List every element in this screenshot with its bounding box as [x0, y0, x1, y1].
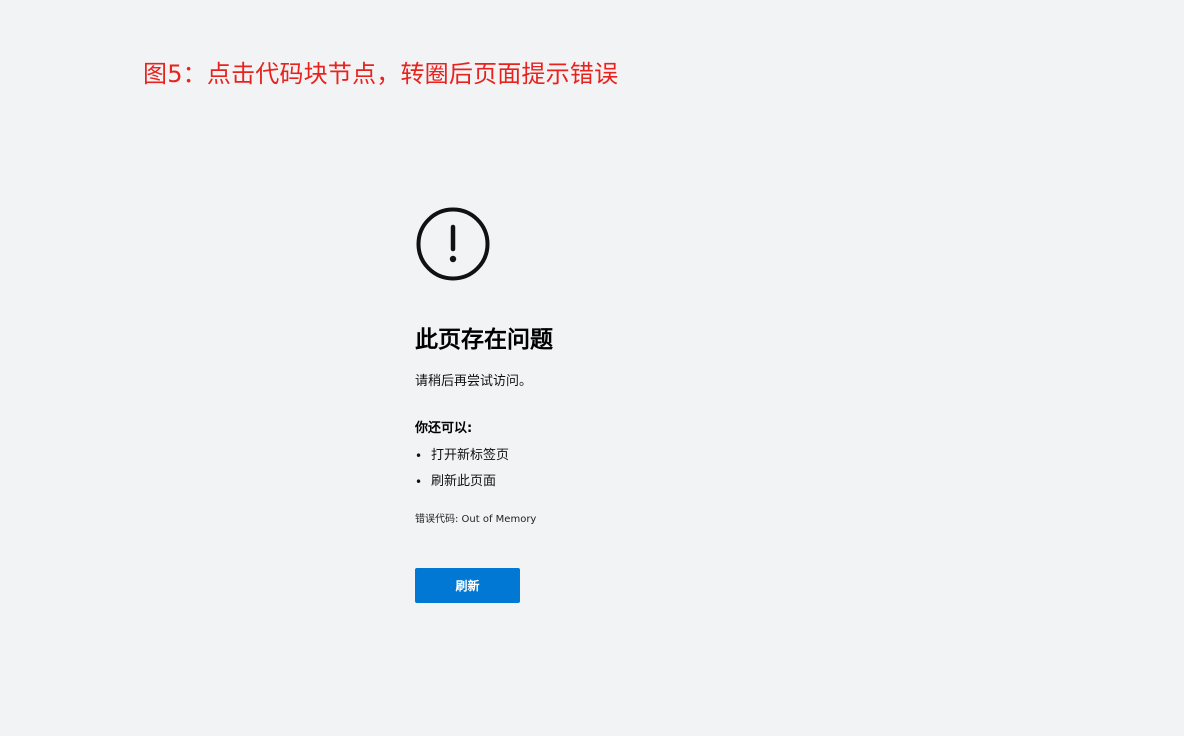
exclamation-circle-icon	[415, 206, 491, 282]
refresh-button[interactable]: 刷新	[415, 568, 520, 603]
error-title: 此页存在问题	[415, 327, 553, 353]
suggestion-open-new-tab: • 打开新标签页	[415, 446, 509, 472]
suggestions-list: • 打开新标签页 • 刷新此页面	[415, 446, 509, 498]
suggestion-label: 打开新标签页	[431, 448, 510, 463]
suggestion-label: 刷新此页面	[431, 474, 497, 489]
bullet: •	[415, 475, 423, 489]
error-subtitle: 请稍后再尝试访问。	[415, 374, 533, 389]
suggestion-refresh-page: • 刷新此页面	[415, 472, 509, 498]
bullet: •	[415, 449, 423, 463]
suggestions-heading: 你还可以:	[415, 421, 473, 436]
annotation-caption: 图5：点击代码块节点，转圈后页面提示错误	[143, 60, 619, 88]
error-code: 错误代码: Out of Memory	[415, 514, 537, 525]
